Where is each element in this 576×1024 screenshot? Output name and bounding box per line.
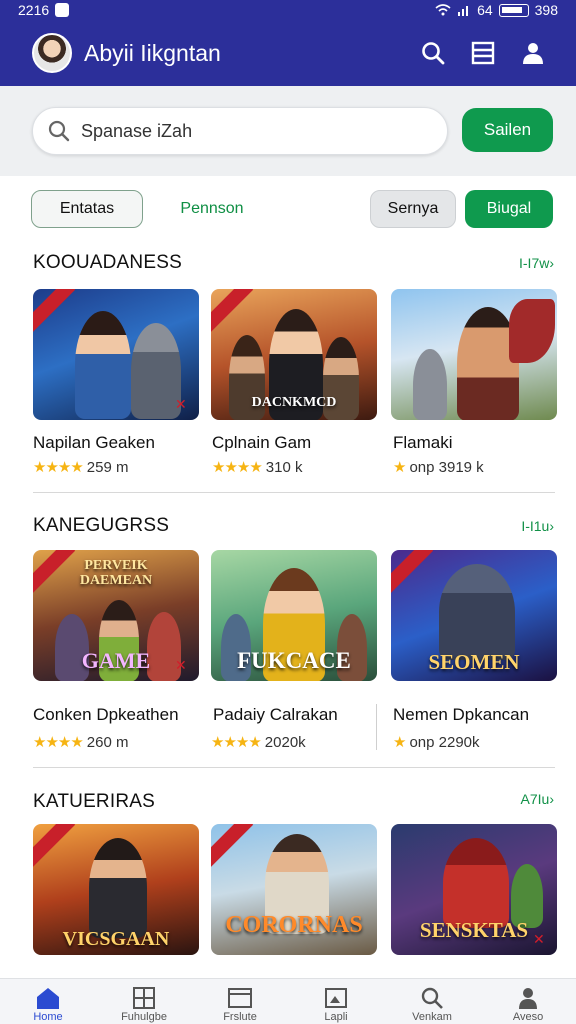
game-thumbnail[interactable]: PERVEIK DAEMEAN GAME ✕ <box>33 550 199 681</box>
download-count: 2020k <box>264 733 306 751</box>
column-divider <box>376 704 377 750</box>
download-count: onp 2290k <box>409 733 480 751</box>
nav-label: Frslute <box>223 1011 257 1023</box>
section-divider <box>33 767 555 768</box>
nav-frslute[interactable]: Frslute <box>192 979 288 1024</box>
game-title[interactable]: Conken Dpkeathen <box>33 705 179 725</box>
rating-stars: ★★★★ <box>211 734 262 751</box>
game-title[interactable]: Cplnain Gam <box>212 433 311 453</box>
game-title[interactable]: Padaiy Calrakan <box>213 705 338 725</box>
section-more-link[interactable]: I-I7w› <box>519 255 554 271</box>
search-icon <box>422 42 445 65</box>
download-count: 310 k <box>265 458 303 476</box>
nav-label: Fuhulgbe <box>121 1011 167 1023</box>
download-count: 259 m <box>86 458 129 476</box>
person-icon <box>519 988 537 1009</box>
grid-icon <box>133 987 155 1009</box>
section-more-link[interactable]: A7Iu› <box>521 791 554 807</box>
game-thumbnail[interactable] <box>391 289 557 420</box>
home-icon <box>37 988 59 1009</box>
game-meta: ★★★★ 310 k <box>212 458 303 477</box>
download-count: 260 m <box>86 733 129 751</box>
chip-biugal[interactable]: Biugal <box>465 190 553 228</box>
game-thumbnail[interactable]: SENSKTAS ✕ <box>391 824 557 955</box>
avatar[interactable] <box>32 33 72 73</box>
game-thumbnail[interactable]: SEOMEN <box>391 550 557 681</box>
filter-chips: Entatas Pennson Sernya Biugal <box>0 190 576 230</box>
rating-stars: ★ <box>393 459 406 476</box>
game-meta: ★ onp 2290k <box>393 733 480 752</box>
game-banner-text: DACNKMCD <box>251 395 337 410</box>
game-title[interactable]: Nemen Dpkancan <box>393 705 529 725</box>
window-icon <box>228 988 252 1008</box>
game-meta: ★★★★ 2020k <box>211 733 306 752</box>
list-icon <box>471 41 495 65</box>
game-banner-text: FUKCACE <box>237 648 351 673</box>
game-thumbnail[interactable]: VICSGAAN <box>33 824 199 955</box>
section-title: KOOUADANESS <box>33 252 182 273</box>
nav-venkam[interactable]: Venkam <box>384 979 480 1024</box>
search-icon <box>48 120 70 142</box>
person-icon <box>523 43 543 64</box>
rating-stars: ★★★★ <box>33 459 84 476</box>
list-button[interactable] <box>458 28 508 78</box>
nav-label: Aveso <box>512 1011 544 1023</box>
section-divider <box>33 492 555 493</box>
game-thumbnail[interactable]: FUKCACE <box>211 550 377 681</box>
game-title[interactable]: Napilan Geaken <box>33 433 155 453</box>
search-box[interactable] <box>32 107 448 155</box>
game-thumbnail[interactable]: ✕ <box>33 289 199 420</box>
chip-sernya[interactable]: Sernya <box>370 190 456 228</box>
nav-lapli[interactable]: Lapli <box>288 979 384 1024</box>
section-more-link[interactable]: I-I1u› <box>521 518 554 534</box>
status-network-text: 64 <box>477 2 493 18</box>
search-button[interactable] <box>408 28 458 78</box>
game-title[interactable]: Flamaki <box>393 433 453 453</box>
signal-icon <box>458 6 469 16</box>
nav-aveso[interactable]: Aveso <box>480 979 576 1024</box>
game-thumbnail[interactable]: CORORNAS <box>211 824 377 955</box>
app-title: Abyii Iikgntan <box>84 39 221 66</box>
nav-label: Home <box>33 1011 63 1023</box>
status-bar: 2216 64 398 <box>0 0 576 20</box>
section-title: KATUERIRAS <box>33 791 156 812</box>
profile-button[interactable] <box>508 28 558 78</box>
game-thumbnail[interactable]: DACNKMCD <box>211 289 377 420</box>
download-count: onp 3919 k <box>409 458 484 476</box>
rating-stars: ★★★★ <box>33 734 84 751</box>
app-notification-icon <box>55 3 70 17</box>
battery-level: 398 <box>534 2 558 18</box>
nav-label: Venkam <box>412 1011 452 1023</box>
rating-stars: ★ <box>393 734 406 751</box>
image-icon <box>325 988 347 1008</box>
nav-home[interactable]: Home <box>0 979 96 1024</box>
chip-pennson[interactable]: Pennson <box>160 190 264 228</box>
battery-icon <box>498 3 529 17</box>
game-banner-text: VICSGAAN <box>62 928 170 950</box>
rating-stars: ★★★★ <box>212 459 263 476</box>
game-meta: ★★★★ 260 m <box>33 733 129 752</box>
chip-entatas[interactable]: Entatas <box>31 190 143 228</box>
nav-fuhulgbe[interactable]: Fuhulgbe <box>96 979 192 1024</box>
search-submit-button[interactable]: Sailen <box>462 108 553 152</box>
app-bar: Abyii Iikgntan <box>0 20 576 86</box>
game-meta: ★ onp 3919 k <box>393 458 484 477</box>
wifi-icon <box>435 4 451 16</box>
nav-label: Lapli <box>324 1011 348 1023</box>
search-input[interactable] <box>81 120 401 142</box>
status-time: 2216 <box>18 2 50 18</box>
bottom-navigation: Home Fuhulgbe Frslute Lapli Venkam Aveso <box>0 978 576 1024</box>
game-meta: ★★★★ 259 m <box>33 458 129 477</box>
game-banner-text: SEOMEN <box>428 650 520 674</box>
search-area: Sailen <box>0 86 576 176</box>
game-banner-text: CORORNAS <box>225 912 363 938</box>
search-icon <box>421 987 443 1009</box>
section-title: KANEGUGRSS <box>33 515 170 536</box>
